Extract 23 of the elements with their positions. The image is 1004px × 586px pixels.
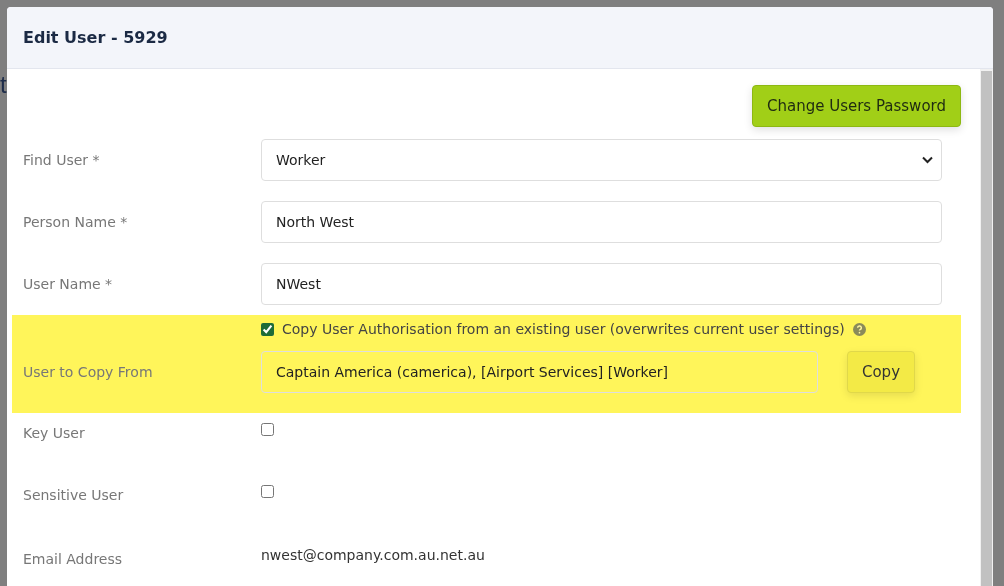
input-field[interactable]: Captain America (camerica), [Airport Services] [Worker] <box>261 351 818 393</box>
field-label: Sensitive User <box>23 486 125 503</box>
scrollbar[interactable] <box>980 69 993 586</box>
field-label: Email Address <box>23 550 124 567</box>
background-text: t <box>0 73 7 97</box>
checkbox-label: Copy User Authorisation from an existing user (overwrites current user settings) <box>282 321 845 337</box>
input-field[interactable]: NWest <box>261 263 942 305</box>
copy-checkbox[interactable] <box>261 322 274 336</box>
input-field[interactable]: North West <box>261 201 942 243</box>
field-label: Find User * <box>23 152 101 168</box>
field-label: Person Name * <box>23 214 129 230</box>
copy-button[interactable]: Copy <box>847 351 915 393</box>
dialog-title: Edit User - 5929 <box>23 28 168 47</box>
checkbox[interactable] <box>261 423 274 436</box>
field-label: User Name * <box>23 276 114 292</box>
chevron-down-icon <box>922 156 933 164</box>
checkbox[interactable] <box>261 485 274 498</box>
field-label: Key User <box>23 424 86 441</box>
email-text: nwest@company.com.au.net.au <box>261 547 485 563</box>
select-field[interactable]: Worker <box>261 139 942 181</box>
change-password-button[interactable]: Change Users Password <box>751 85 961 127</box>
field-label: User to Copy From <box>23 364 154 380</box>
help-icon[interactable] <box>852 322 866 336</box>
